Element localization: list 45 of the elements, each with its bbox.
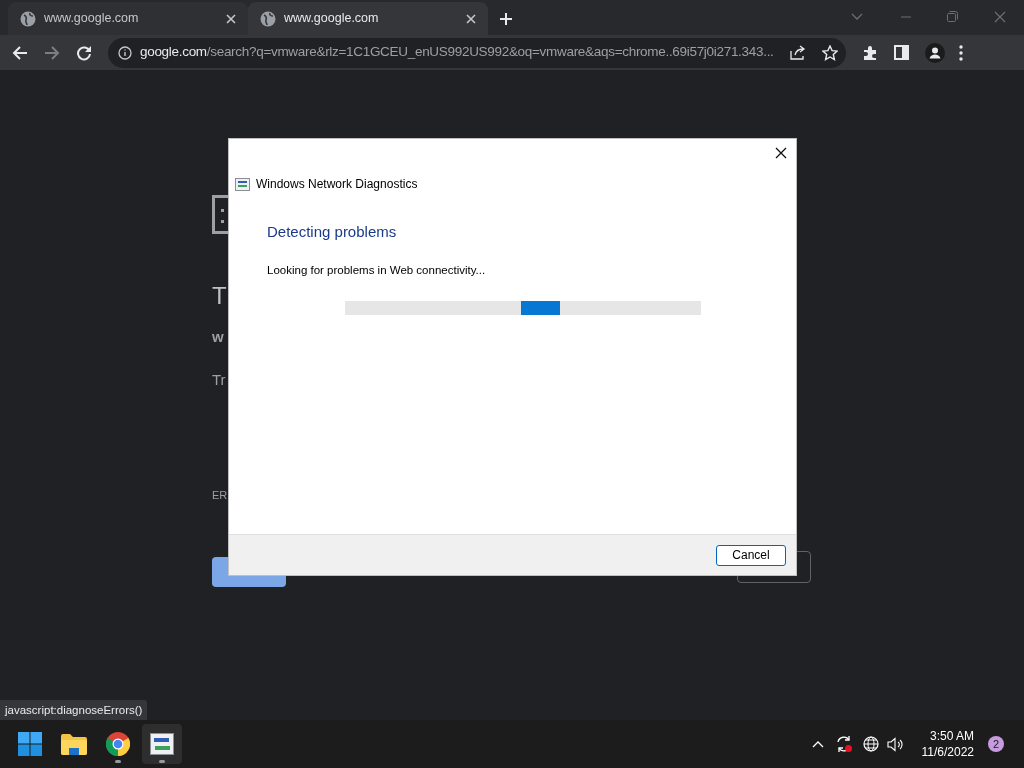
- browser-tab[interactable]: www.google.com: [8, 2, 248, 35]
- url-text: google.com/search?q=vmware&rlz=1C1GCEU_enUS992US992&oq=vmware&aqs=chrome..69i57j0i271.343...: [140, 43, 774, 62]
- volume-icon[interactable]: [886, 736, 904, 752]
- cancel-button[interactable]: Cancel: [716, 544, 786, 566]
- network-diagnostics-icon: [235, 177, 250, 191]
- windows-logo-icon: [18, 732, 42, 756]
- back-icon[interactable]: [12, 44, 28, 61]
- browser-tab[interactable]: www.google.com: [248, 2, 488, 35]
- status-message: Looking for problems in Web connectivity...: [267, 262, 487, 278]
- globe-icon: [260, 10, 276, 27]
- notification-badge[interactable]: 2: [988, 736, 1004, 752]
- sync-icon[interactable]: [834, 735, 853, 753]
- error-subheading: w: [212, 327, 224, 347]
- folder-icon: [61, 733, 87, 755]
- chevron-up-icon[interactable]: [811, 740, 824, 748]
- restore-icon[interactable]: [947, 11, 958, 22]
- star-icon[interactable]: [822, 44, 838, 61]
- globe-icon[interactable]: [862, 736, 879, 752]
- chevron-down-icon[interactable]: [851, 12, 863, 21]
- taskbar-button[interactable]: [142, 724, 182, 764]
- globe-icon: [20, 10, 36, 27]
- error-heading: T: [212, 282, 227, 310]
- error-code: ER: [212, 488, 228, 503]
- sad-page-icon: [212, 195, 228, 234]
- share-icon[interactable]: [790, 45, 806, 60]
- tab-title: www.google.com: [44, 10, 140, 28]
- reload-icon[interactable]: [76, 44, 92, 61]
- status-url-tooltip: javascript:diagnoseErrors(): [0, 700, 148, 720]
- address-bar[interactable]: google.com/search?q=vmware&rlz=1C1GCEU_enUS992US992&oq=vmware&aqs=chrome..69i57j0i271.343...: [108, 37, 846, 68]
- side-panel-icon[interactable]: [894, 45, 909, 60]
- plus-icon: [499, 12, 513, 26]
- profile-icon[interactable]: [925, 42, 945, 63]
- more-icon[interactable]: [959, 44, 963, 61]
- network-diagnostics-icon: [150, 733, 174, 755]
- close-icon[interactable]: [775, 147, 787, 159]
- forward-icon[interactable]: [44, 44, 60, 61]
- dialog-heading: Detecting problems: [267, 222, 398, 242]
- chrome-icon: [106, 732, 130, 756]
- clock-date[interactable]: 11/6/2022: [921, 744, 974, 760]
- puzzle-icon[interactable]: [862, 44, 878, 61]
- clock-time[interactable]: 3:50 AM: [929, 728, 974, 744]
- tab-title: www.google.com: [284, 10, 380, 28]
- info-icon: [118, 45, 132, 60]
- hint-text: Tr: [212, 369, 226, 390]
- dialog-title: Windows Network Diagnostics: [256, 176, 418, 193]
